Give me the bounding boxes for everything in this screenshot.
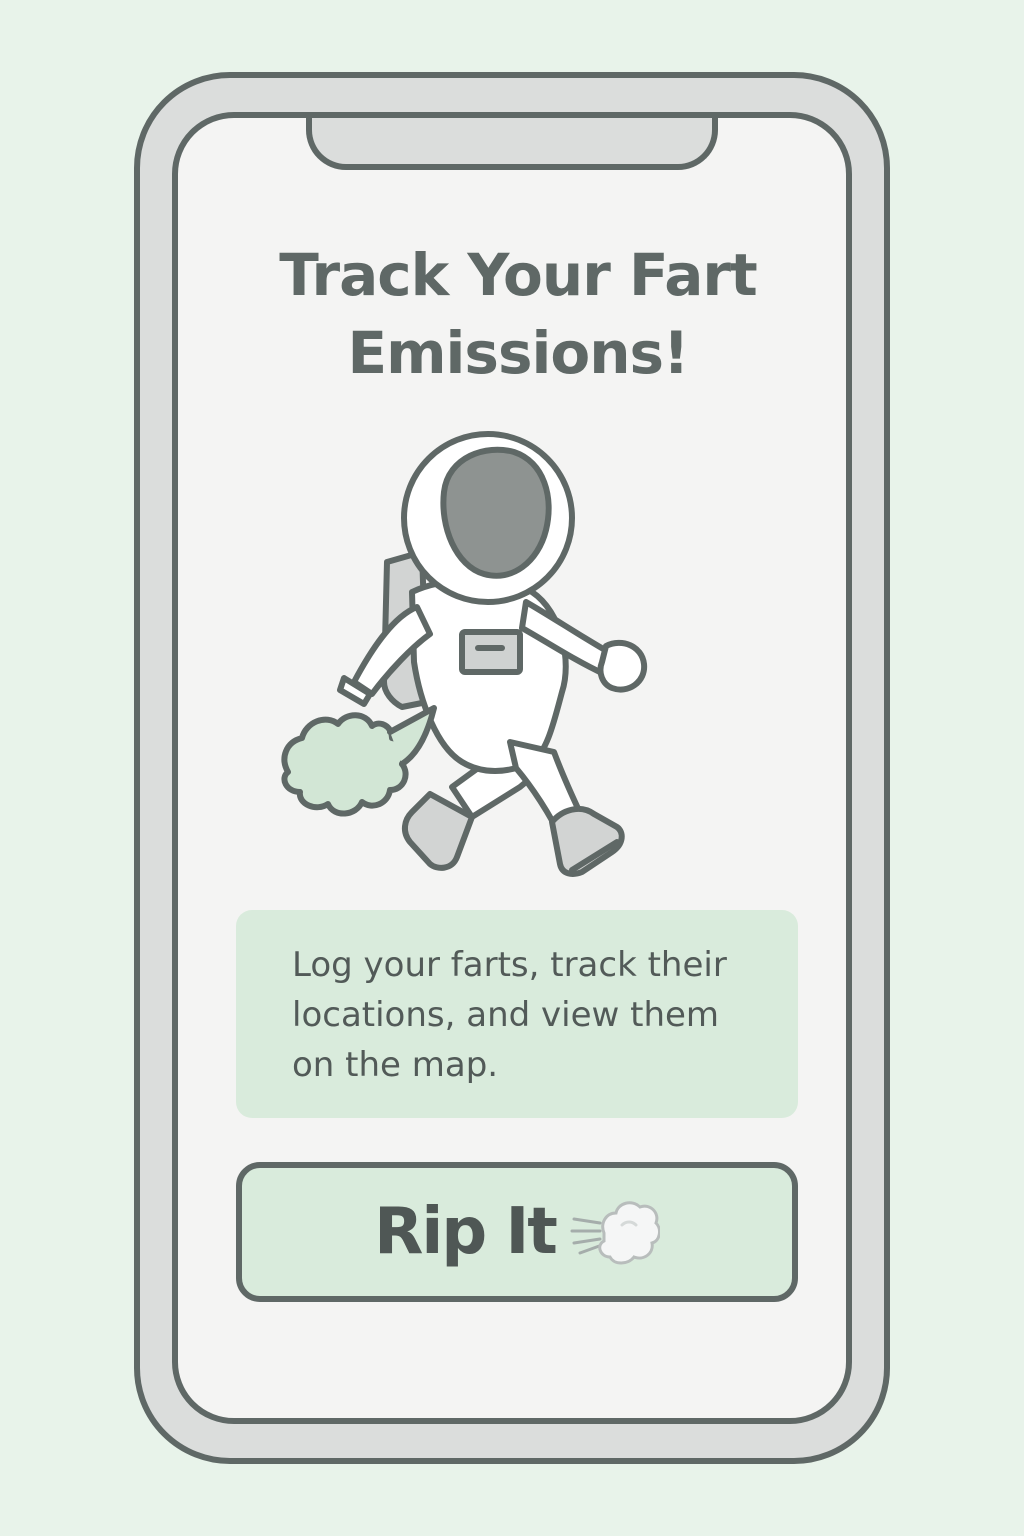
rip-it-button[interactable]: Rip It (236, 1162, 798, 1302)
phone-screen: Track Your Fart Emissions! Log your fart… (172, 112, 852, 1424)
description-text: Log your farts, track their locations, a… (292, 945, 727, 1085)
rip-it-button-label: Rip It (374, 1195, 558, 1269)
astronaut-farting-icon (281, 431, 648, 877)
description-card: Log your farts, track their locations, a… (236, 910, 798, 1118)
dashing-cloud-icon (570, 1201, 660, 1265)
phone-notch (306, 118, 718, 170)
page-title: Track Your Fart Emissions! (279, 241, 757, 387)
